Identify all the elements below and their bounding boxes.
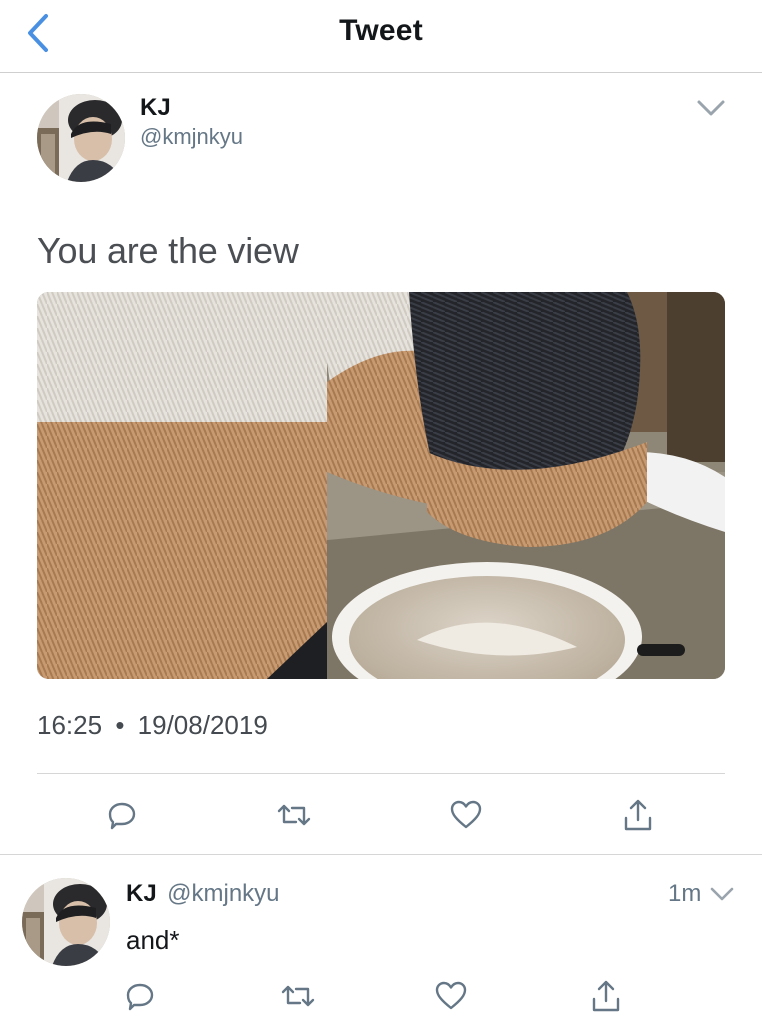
- tweet-options-button[interactable]: [693, 94, 729, 122]
- share-icon: [624, 799, 652, 831]
- section-divider: [0, 854, 762, 855]
- tweet-text: You are the view: [37, 230, 299, 271]
- reply-share-button[interactable]: [584, 974, 628, 1018]
- author-name[interactable]: KJ: [140, 94, 171, 122]
- tweet-date: 19/08/2019: [137, 710, 268, 740]
- top-bar: Tweet: [0, 0, 762, 73]
- like-button[interactable]: [444, 793, 488, 837]
- chevron-down-icon: [710, 887, 734, 901]
- photo-image: [37, 292, 725, 679]
- chevron-down-icon: [697, 100, 725, 116]
- avatar-image: [22, 878, 110, 966]
- reply-time: 1m: [668, 880, 702, 907]
- reply-author[interactable]: KJ @kmjnkyu: [126, 880, 280, 908]
- avatar[interactable]: [37, 94, 125, 182]
- dot-separator: •: [115, 710, 125, 740]
- divider: [37, 773, 725, 774]
- retweet-icon: [277, 804, 311, 826]
- retweet-icon: [281, 985, 315, 1007]
- author-handle[interactable]: @kmjnkyu: [140, 124, 243, 150]
- reply-reply-button[interactable]: [118, 974, 162, 1018]
- like-icon: [435, 981, 467, 1010]
- page-title: Tweet: [339, 14, 423, 47]
- reply-icon: [108, 802, 136, 830]
- reply-options-button[interactable]: [706, 880, 738, 908]
- reply-like-button[interactable]: [429, 974, 473, 1018]
- share-icon: [592, 980, 620, 1012]
- reply-author-handle: @kmjnkyu: [167, 880, 280, 907]
- avatar-image: [37, 94, 125, 182]
- tweet-timestamp: 16:25 • 19/08/2019: [37, 710, 268, 741]
- reply-text: and*: [126, 925, 180, 955]
- tweet-time: 16:25: [37, 710, 103, 740]
- reply-retweet-button[interactable]: [276, 974, 320, 1018]
- share-button[interactable]: [616, 793, 660, 837]
- reply-author-name: KJ: [126, 880, 157, 907]
- retweet-button[interactable]: [272, 793, 316, 837]
- reply-button[interactable]: [100, 793, 144, 837]
- reply-avatar[interactable]: [22, 878, 110, 966]
- tweet-photo[interactable]: [37, 292, 725, 679]
- like-icon: [450, 800, 482, 829]
- reply-icon: [126, 983, 154, 1011]
